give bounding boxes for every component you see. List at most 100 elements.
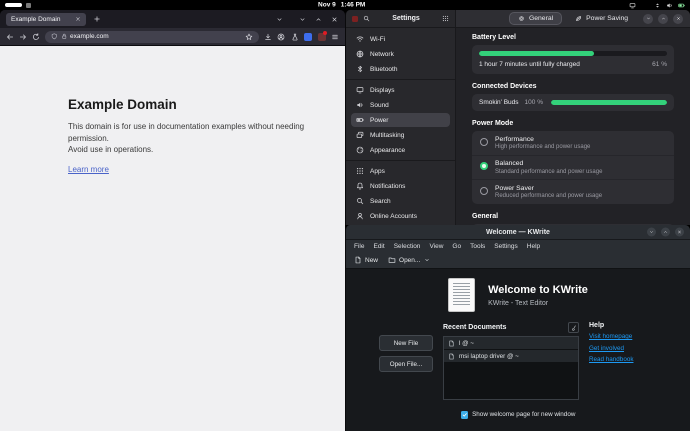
sidebar-item-wi-fi[interactable]: Wi-Fi [351, 32, 450, 46]
toolbar-open-button[interactable]: Open... [388, 256, 430, 264]
menu-help[interactable]: Help [527, 243, 540, 250]
chevron-up-icon [663, 230, 668, 235]
sidebar-item-power[interactable]: Power [351, 113, 450, 127]
sidebar-item-sound[interactable]: Sound [351, 98, 450, 112]
back-icon[interactable] [6, 33, 14, 41]
blue-extension-icon[interactable] [304, 32, 312, 41]
sidebar-item-appearance[interactable]: Appearance [351, 143, 450, 157]
new-tab-button[interactable] [93, 15, 101, 23]
sidebar-item-label: Multitasking [370, 131, 405, 139]
downloads-icon[interactable] [264, 33, 272, 41]
menu-file[interactable]: File [354, 243, 364, 250]
volume-icon[interactable] [666, 2, 673, 9]
kwrite-maximize-button[interactable] [661, 227, 670, 237]
browser-toolbar: example.com [0, 28, 345, 46]
search-icon [356, 197, 364, 205]
tab-close-icon[interactable] [75, 16, 81, 22]
palette-icon [356, 146, 364, 154]
new-file-button[interactable]: New File [379, 335, 433, 351]
settings-grid-icon[interactable] [442, 15, 449, 22]
power-mode-option-power-saver[interactable]: Power Saver Reduced performance and power… [472, 179, 674, 204]
red-extension-badge-icon[interactable] [317, 31, 327, 41]
sidebar-item-apps[interactable]: Apps [351, 164, 450, 178]
account-icon[interactable] [277, 33, 285, 41]
bookmark-star-icon[interactable] [245, 33, 253, 41]
radio-icon[interactable] [480, 137, 488, 146]
open-file-button[interactable]: Open File... [379, 356, 433, 372]
browser-tab[interactable]: Example Domain [6, 12, 86, 26]
forget-all-button[interactable] [568, 322, 579, 333]
toolbar-new-button[interactable]: New [354, 256, 378, 264]
focused-app-icon[interactable] [26, 2, 31, 8]
clock[interactable]: Nov 9 1:46 PM [318, 2, 365, 9]
sidebar-item-label: Appearance [370, 146, 406, 154]
sidebar-item-network[interactable]: Network [351, 47, 450, 61]
help-link-visit-homepage[interactable]: Visit homepage [589, 333, 657, 340]
url-bar[interactable]: example.com [45, 30, 259, 43]
gear-icon [518, 15, 525, 22]
kwrite-minimize-button[interactable] [647, 227, 656, 237]
power-mode-option-performance[interactable]: Performance High performance and power us… [472, 131, 674, 155]
tab-general[interactable]: General [508, 12, 563, 25]
recent-document-label: msi laptop driver @ ~ [459, 352, 519, 360]
kwrite-app-icon [448, 278, 476, 312]
chevron-down-icon [649, 230, 654, 235]
power-mode-option-balanced[interactable]: Balanced Standard performance and power u… [472, 154, 674, 180]
system-tray[interactable] [629, 0, 685, 10]
battery-icon[interactable] [678, 2, 685, 9]
view-switcher: General Power Saving [508, 12, 637, 25]
sidebar-item-multitasking[interactable]: Multitasking [351, 128, 450, 142]
page-heading: Example Domain [68, 97, 177, 112]
forward-icon[interactable] [19, 33, 27, 41]
sidebar-item-bluetooth[interactable]: Bluetooth [351, 62, 450, 76]
sidebar-item-label: Wi-Fi [370, 35, 386, 43]
settings-power-panel: Battery Level 1 hour 7 minutes until ful… [456, 28, 690, 225]
recent-document-row[interactable]: l @ ~ [444, 337, 578, 350]
sidebar-item-displays[interactable]: Displays [351, 83, 450, 97]
list-all-tabs-icon[interactable] [276, 16, 283, 23]
sidebar-item-notifications[interactable]: Notifications [351, 179, 450, 193]
chevron-down-icon [646, 16, 651, 21]
menu-view[interactable]: View [429, 243, 443, 250]
reload-icon[interactable] [32, 32, 40, 41]
device-progress-fill [550, 100, 667, 105]
menu-tools[interactable]: Tools [470, 243, 485, 250]
help-header: Help [589, 322, 605, 329]
menu-selection[interactable]: Selection [394, 243, 421, 250]
url-text[interactable]: example.com [70, 33, 242, 40]
menu-go[interactable]: Go [452, 243, 461, 250]
beaker-extension-icon[interactable] [291, 33, 299, 41]
browser-close-icon[interactable] [331, 16, 338, 23]
screen-share-icon[interactable] [629, 2, 636, 9]
radio-icon[interactable] [480, 162, 488, 170]
sidebar-item-online-accounts[interactable]: Online Accounts [351, 209, 450, 223]
settings-minimize-button[interactable] [643, 13, 653, 24]
connected-devices-section-label: Connected Devices [472, 83, 537, 90]
kwrite-close-button[interactable] [675, 227, 684, 237]
sidebar-separator [346, 79, 455, 80]
settings-search-icon[interactable] [363, 15, 370, 22]
sidebar-item-search[interactable]: Search [351, 194, 450, 208]
help-link-get-involved[interactable]: Get involved [589, 345, 657, 352]
help-link-read-handbook[interactable]: Read handbook [589, 356, 657, 363]
kwrite-welcome-view: Welcome to KWrite KWrite - Text Editor N… [346, 269, 690, 431]
document-icon [448, 340, 455, 347]
menu-edit[interactable]: Edit [373, 243, 384, 250]
settings-close-button[interactable] [673, 13, 683, 24]
network-arrows-icon[interactable] [654, 2, 661, 9]
tab-power-saving[interactable]: Power Saving [566, 12, 637, 25]
menu-settings[interactable]: Settings [494, 243, 518, 250]
lock-icon[interactable] [61, 33, 68, 40]
learn-more-link[interactable]: Learn more [68, 165, 109, 174]
browser-minimize-icon[interactable] [299, 16, 306, 23]
recent-documents-header: Recent Documents [443, 324, 507, 331]
browser-maximize-icon[interactable] [315, 16, 322, 23]
recent-document-row[interactable]: msi laptop driver @ ~ [444, 350, 578, 363]
radio-icon[interactable] [480, 186, 488, 195]
welcome-checkbox[interactable] [460, 411, 469, 419]
settings-maximize-button[interactable] [658, 13, 668, 24]
chevron-down-icon[interactable] [424, 257, 430, 263]
shield-icon[interactable] [51, 33, 58, 40]
activities-pill[interactable] [5, 3, 22, 7]
hamburger-menu-icon[interactable] [331, 33, 339, 41]
